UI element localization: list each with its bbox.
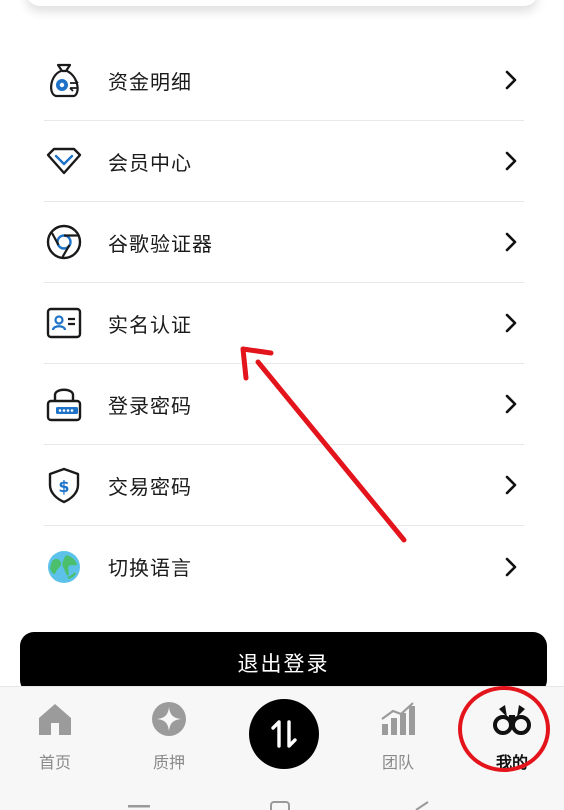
menu-item-switch-language[interactable]: 切换语言 (44, 526, 524, 607)
svg-text:$: $ (58, 477, 69, 496)
chevron-right-icon (505, 151, 517, 171)
nav-item-home[interactable]: 首页 (10, 699, 100, 779)
settings-menu: 资金明细 会员中心 谷歌验证器 实名认证 登录密码 $ 交易密码 切换语言 (44, 40, 524, 607)
red-circle-annotation (458, 686, 550, 772)
globe-icon (44, 547, 84, 587)
padlock-icon (44, 384, 84, 424)
chevron-right-icon (505, 313, 517, 333)
menu-item-label: 交易密码 (108, 474, 192, 499)
id-card-icon (44, 303, 84, 343)
bar-chart-icon (381, 702, 415, 735)
menu-item-real-name-verification[interactable]: 实名认证 (44, 283, 524, 364)
chrome-icon (44, 222, 84, 262)
logout-button[interactable]: 退出登录 (20, 632, 547, 694)
profile-page: 资金明细 会员中心 谷歌验证器 实名认证 登录密码 $ 交易密码 切换语言 退出… (0, 0, 564, 810)
chevron-right-icon (505, 557, 517, 576)
diamond-icon (44, 141, 84, 181)
menu-item-member-center[interactable]: 会员中心 (44, 121, 524, 202)
home-icon (39, 704, 71, 735)
chevron-right-icon (505, 475, 517, 495)
menu-item-label: 登录密码 (108, 393, 192, 418)
swap-button[interactable] (249, 699, 319, 769)
swap-icon (271, 720, 297, 748)
nav-item-staking[interactable]: 质押 (124, 699, 214, 779)
system-nav-bar (128, 801, 429, 810)
menu-item-login-password[interactable]: 登录密码 (44, 364, 524, 445)
money-bag-icon (44, 60, 84, 100)
nav-label: 团队 (381, 753, 414, 772)
menu-item-label: 资金明细 (108, 69, 192, 94)
menu-item-trade-password[interactable]: $ 交易密码 (44, 445, 524, 526)
nav-label: 质押 (152, 753, 185, 772)
shield-dollar-icon: $ (44, 465, 84, 505)
menu-item-label: 切换语言 (108, 556, 192, 580)
top-card (26, 0, 538, 6)
menu-item-label: 实名认证 (108, 312, 192, 337)
menu-item-label: 谷歌验证器 (108, 231, 213, 256)
menu-item-fund-details[interactable]: 资金明细 (44, 40, 524, 121)
chevron-right-icon (505, 70, 517, 90)
chevron-right-icon (505, 394, 517, 414)
menu-item-label: 会员中心 (108, 150, 192, 175)
chevron-right-icon (505, 232, 517, 252)
nav-item-team[interactable]: 团队 (353, 699, 443, 779)
star-icon (152, 702, 186, 736)
menu-item-google-authenticator[interactable]: 谷歌验证器 (44, 202, 524, 283)
nav-label: 首页 (38, 753, 71, 772)
